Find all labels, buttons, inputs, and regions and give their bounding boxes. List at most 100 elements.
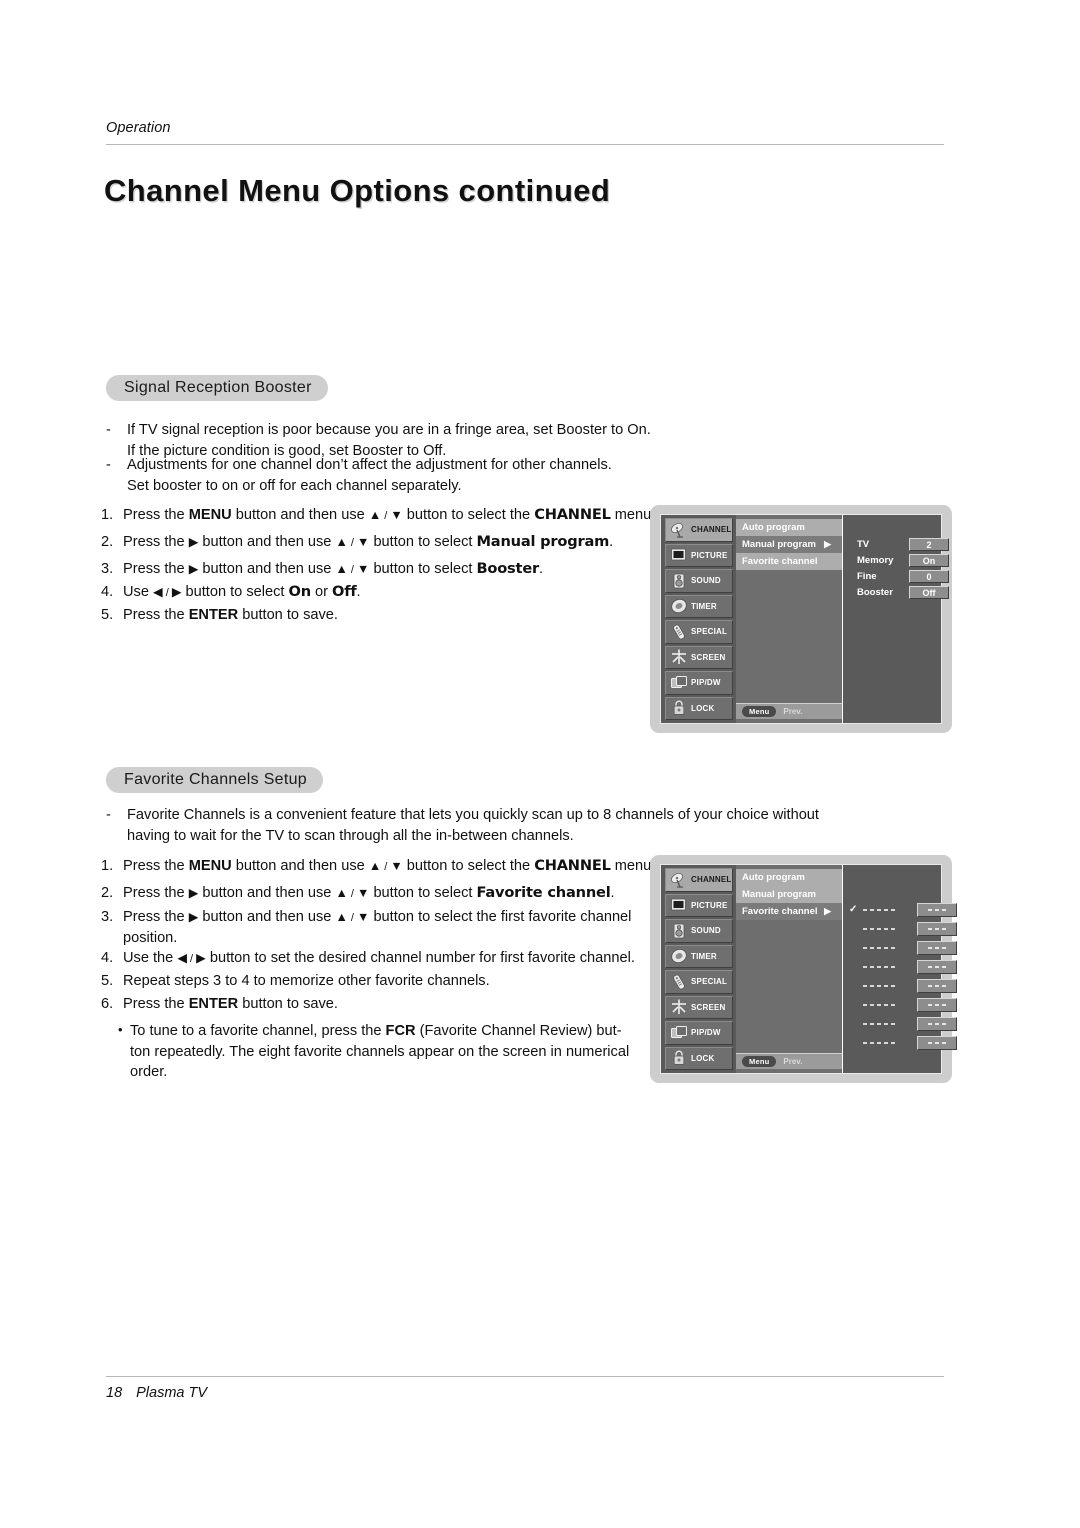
tip-text: To tune to a favorite channel, press the [130,1023,386,1039]
osd-favorite-row[interactable] [849,979,957,993]
arrow-right-icon: ▶ [171,585,182,599]
osd-nav-item-special[interactable]: SPECIAL [665,620,733,644]
step-item: 5. Press the ENTER button to save. [101,605,338,625]
step-text: Press the [123,858,189,874]
osd-nav-item-timer[interactable]: TIMER [665,944,733,968]
osd-nav-label: SPECIAL [691,977,728,987]
step-text: button to select [181,584,289,600]
osd-nav-item-special[interactable]: SPECIAL [665,970,733,994]
osd-list-label: Favorite channel [742,906,818,917]
step-text: / [186,953,197,965]
step-emphasis: ENTER [188,996,239,1012]
padlock-icon [669,699,689,717]
osd-nav-label: SCREEN [691,652,726,662]
osd-nav-item-screen[interactable]: SCREEN [665,995,733,1019]
step-text: . [610,885,615,901]
arrow-right-icon: ▶ [188,562,199,576]
osd-favorite-value [917,979,957,993]
osd-list-item-manual-program[interactable]: Manual program ▶ [736,536,842,553]
osd-nav-item-pip-dw[interactable]: PIP/DW [665,1021,733,1045]
osd-value-row[interactable]: Memory On [857,553,949,568]
step-text: button to select the [402,507,535,523]
page-title: Channel Menu Options continued [104,173,611,208]
tv-screen-icon [669,546,689,564]
osd-nav-label: LOCK [691,703,715,713]
osd-prev-label: Prev. [783,1057,803,1066]
osd-favorite-row[interactable] [849,922,957,936]
osd-nav-item-timer[interactable]: TIMER [665,594,733,618]
osd-list-label: Auto program [742,872,805,883]
note-line: Favorite Channels is a convenient featur… [127,807,819,823]
step-text: or [310,584,333,600]
osd-favorite-value [917,903,957,917]
arrow-up-icon: ▲ [335,910,348,924]
osd-nav-label: PIP/DW [691,1028,721,1038]
step-emphasis: CHANNEL [534,857,611,874]
osd-favorite-row[interactable] [849,941,957,955]
osd-favorite-row[interactable] [849,960,957,974]
osd-list-label: Manual program [742,889,816,900]
check-icon: ✓ [849,904,858,915]
osd-favorite-row[interactable] [849,1017,957,1031]
osd-nav-item-lock[interactable]: LOCK [665,696,733,720]
footer: 18 Plasma TV [106,1385,207,1401]
osd-favorite-value [917,1017,957,1031]
section-heading-favorite-channels-setup: Favorite Channels Setup [106,767,324,793]
step-item: 4. Use the ◀ / ▶ button to set the desir… [101,948,635,969]
footer-divider [106,1376,944,1377]
osd-screenshot-favorite-channel: CHANNEL PICTURE SOUND TIMER SPECIAL SCRE… [650,855,957,1083]
step-text: Repeat steps 3 to 4 to memorize other fa… [123,973,490,989]
step-item: 2. Press the ▶ button and then use ▲ / ▼… [101,883,615,904]
osd-nav-item-channel[interactable]: CHANNEL [665,518,733,542]
satellite-dish-icon [669,871,689,889]
osd-nav-label: PICTURE [691,550,728,560]
arrow-right-icon: ▶ [188,535,199,549]
step-text: button to select [369,561,477,577]
osd-list-item-favorite-channel[interactable]: Favorite channel ▶ [736,903,842,920]
osd-nav-item-picture[interactable]: PICTURE [665,543,733,567]
osd-nav-item-screen[interactable]: SCREEN [665,645,733,669]
arrow-up-icon: ▲ [335,535,348,549]
osd-value-row[interactable]: Booster Off [857,585,949,600]
remote-control-icon [669,973,689,991]
osd-favorite-name [863,947,907,949]
dash-marker: - [106,457,111,473]
step-text: / [347,537,358,549]
osd-value-label: Memory [857,555,894,566]
arrow-down-icon: ▼ [357,535,370,549]
osd-list-item-favorite-channel[interactable]: Favorite channel [736,553,842,570]
osd-nav-item-lock[interactable]: LOCK [665,1046,733,1070]
osd-menu-list: Auto program Manual program ▶ Favorite c… [736,515,843,723]
osd-nav-item-sound[interactable]: SOUND [665,919,733,943]
osd-list-item-auto-program[interactable]: Auto program [736,869,842,886]
osd-list-item-auto-program[interactable]: Auto program [736,519,842,536]
osd-nav-column: CHANNEL PICTURE SOUND TIMER SPECIAL SCRE… [661,865,736,1073]
tv-screen-icon [669,896,689,914]
osd-favorite-row[interactable] [849,998,957,1012]
osd-nav-item-channel[interactable]: CHANNEL [665,868,733,892]
osd-nav-item-pip-dw[interactable]: PIP/DW [665,671,733,695]
osd-nav-item-sound[interactable]: SOUND [665,569,733,593]
osd-menu-button[interactable]: Menu [742,1056,777,1067]
product-name: Plasma TV [136,1385,208,1401]
osd-list-label: Favorite channel [742,556,818,567]
osd-nav-column: CHANNEL PICTURE SOUND TIMER SPECIAL SCRE… [661,515,736,723]
step-number: 5. [101,607,114,623]
step-emphasis: ENTER [188,607,239,623]
osd-menu-button[interactable]: Menu [742,706,777,717]
osd-value-row[interactable]: Fine 0 [857,569,949,584]
osd-list-item-manual-program[interactable]: Manual program [736,886,842,903]
arrow-up-icon: ▲ [335,562,348,576]
arrow-up-icon: ▲ [335,886,348,900]
step-text: button and then use [198,561,336,577]
osd-prev-label: Prev. [783,707,803,716]
bullet-dot-icon: • [118,1022,123,1037]
header-divider [106,144,944,145]
osd-value-row[interactable]: TV 2 [857,537,949,552]
step-item: 1. Press the MENU button and then use ▲ … [101,856,655,877]
section-heading-signal-reception-booster: Signal Reception Booster [106,375,328,401]
osd-nav-label: PICTURE [691,900,728,910]
osd-favorite-row[interactable] [849,1036,957,1050]
osd-favorite-row[interactable]: ✓ [849,903,957,917]
osd-nav-item-picture[interactable]: PICTURE [665,893,733,917]
